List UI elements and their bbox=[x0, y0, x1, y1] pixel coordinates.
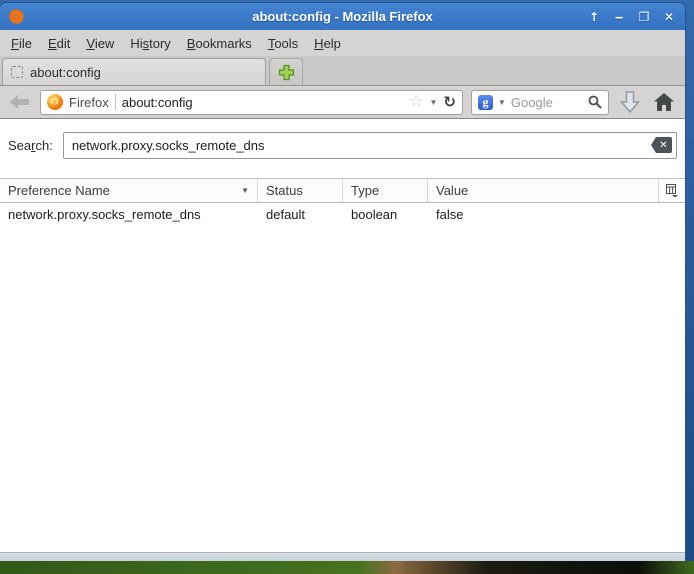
menu-tools[interactable]: Tools bbox=[261, 33, 305, 54]
magnifier-icon[interactable] bbox=[588, 95, 602, 109]
sort-descending-icon: ▼ bbox=[241, 186, 249, 195]
site-identity-label[interactable]: Firefox bbox=[69, 95, 109, 110]
preferences-table: Preference Name ▼ Status Type Value bbox=[0, 178, 685, 552]
rollup-button[interactable]: ↑ bbox=[586, 9, 602, 25]
engine-dropdown-icon[interactable]: ▼ bbox=[498, 98, 506, 107]
reload-icon[interactable]: ↻ bbox=[443, 95, 456, 110]
url-text[interactable]: about:config bbox=[122, 95, 403, 110]
tab-about-config[interactable]: about:config bbox=[2, 58, 266, 85]
about-config-page: Search: ✕ Preference Name ▼ Status Type bbox=[0, 119, 685, 552]
minimize-button[interactable]: ‒ bbox=[611, 9, 627, 25]
column-header-status[interactable]: Status bbox=[258, 179, 343, 202]
window-title: about:config - Mozilla Firefox bbox=[0, 9, 685, 24]
download-arrow-icon bbox=[620, 91, 640, 113]
window-controls: ↑ ‒ ❐ ✕ bbox=[586, 9, 677, 25]
firefox-logo-icon bbox=[8, 8, 25, 25]
column-header-preference-name[interactable]: Preference Name ▼ bbox=[0, 179, 258, 202]
downloads-button[interactable] bbox=[617, 91, 643, 113]
menubar: File Edit View History Bookmarks Tools H… bbox=[0, 30, 685, 56]
tab-bar: about:config bbox=[0, 56, 685, 86]
column-header-type[interactable]: Type bbox=[343, 179, 428, 202]
home-button[interactable] bbox=[651, 93, 677, 111]
menu-help[interactable]: Help bbox=[307, 33, 348, 54]
new-tab-button[interactable] bbox=[269, 58, 303, 85]
back-arrow-icon bbox=[10, 95, 30, 109]
config-search-label: Search: bbox=[8, 138, 53, 153]
home-icon bbox=[654, 93, 674, 111]
maximize-button[interactable]: ❐ bbox=[636, 9, 652, 25]
menu-view[interactable]: View bbox=[79, 33, 121, 54]
pref-status-cell: default bbox=[258, 207, 343, 222]
menu-bookmarks[interactable]: Bookmarks bbox=[180, 33, 259, 54]
desktop-wallpaper-strip bbox=[0, 561, 694, 574]
urlbar-dropdown-icon[interactable]: ▼ bbox=[430, 98, 438, 107]
navigation-toolbar: Firefox about:config ☆ ▼ ↻ g ▼ Google bbox=[0, 86, 685, 119]
menu-edit[interactable]: Edit bbox=[41, 33, 77, 54]
url-bar[interactable]: Firefox about:config ☆ ▼ ↻ bbox=[40, 90, 463, 115]
menu-file[interactable]: File bbox=[4, 33, 39, 54]
pref-type-cell: boolean bbox=[343, 207, 428, 222]
page-identity-icon[interactable] bbox=[47, 94, 63, 110]
blank-page-favicon-icon bbox=[11, 66, 23, 78]
firefox-window: about:config - Mozilla Firefox ↑ ‒ ❐ ✕ F… bbox=[0, 3, 685, 562]
column-picker-icon bbox=[666, 184, 679, 197]
bookmark-star-icon[interactable]: ☆ bbox=[409, 94, 423, 110]
menu-history[interactable]: History bbox=[123, 33, 177, 54]
close-button[interactable]: ✕ bbox=[661, 9, 677, 25]
search-engine-box[interactable]: g ▼ Google bbox=[471, 90, 609, 115]
table-header: Preference Name ▼ Status Type Value bbox=[0, 179, 685, 203]
google-engine-icon[interactable]: g bbox=[478, 95, 493, 110]
config-search-row: Search: ✕ bbox=[0, 119, 685, 169]
column-header-value[interactable]: Value bbox=[428, 179, 659, 202]
tab-label: about:config bbox=[30, 65, 101, 80]
pref-name-cell: network.proxy.socks_remote_dns bbox=[0, 207, 258, 222]
web-search-placeholder[interactable]: Google bbox=[511, 95, 583, 110]
urlbar-separator bbox=[115, 94, 116, 110]
config-search-input[interactable] bbox=[63, 132, 677, 159]
plus-icon bbox=[278, 64, 295, 81]
pref-value-cell: false bbox=[428, 207, 685, 222]
titlebar[interactable]: about:config - Mozilla Firefox ↑ ‒ ❐ ✕ bbox=[0, 3, 685, 30]
back-button[interactable] bbox=[8, 95, 32, 109]
column-picker-button[interactable] bbox=[659, 179, 685, 202]
preference-row[interactable]: network.proxy.socks_remote_dns default b… bbox=[0, 203, 685, 225]
